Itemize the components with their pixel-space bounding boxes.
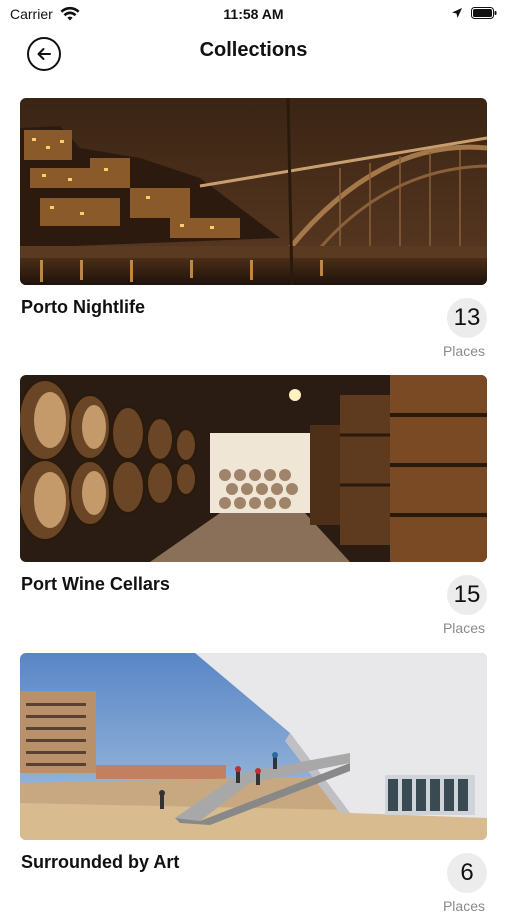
port-wine-cellars-photo <box>20 375 487 562</box>
places-count-badge: 13 <box>447 298 487 338</box>
places-count-badge: 6 <box>447 853 487 893</box>
location-arrow-icon <box>452 8 462 18</box>
collection-image[interactable] <box>20 375 487 562</box>
status-bar: Carrier 11:58 AM <box>0 0 507 28</box>
surrounded-by-art-photo <box>20 653 487 840</box>
places-count-label: Places <box>442 898 485 914</box>
collection-card[interactable]: Surrounded by Art 6 Places <box>20 653 487 915</box>
collection-title: Surrounded by Art <box>21 852 180 872</box>
status-time: 11:58 AM <box>223 6 284 22</box>
battery-icon <box>471 7 497 19</box>
collection-image[interactable] <box>20 653 487 840</box>
porto-nightlife-photo <box>20 98 487 285</box>
collection-image[interactable] <box>20 98 487 285</box>
page-title: Collections <box>199 39 308 61</box>
collection-title: Porto Nightlife <box>21 297 145 317</box>
collection-title: Port Wine Cellars <box>21 574 170 594</box>
places-count-label: Places <box>442 620 485 636</box>
collection-card[interactable]: Porto Nightlife 13 Places <box>20 98 487 360</box>
places-count-label: Places <box>442 343 485 359</box>
places-count-badge: 15 <box>447 575 487 615</box>
collection-card[interactable]: Port Wine Cellars 15 Places <box>20 375 487 637</box>
